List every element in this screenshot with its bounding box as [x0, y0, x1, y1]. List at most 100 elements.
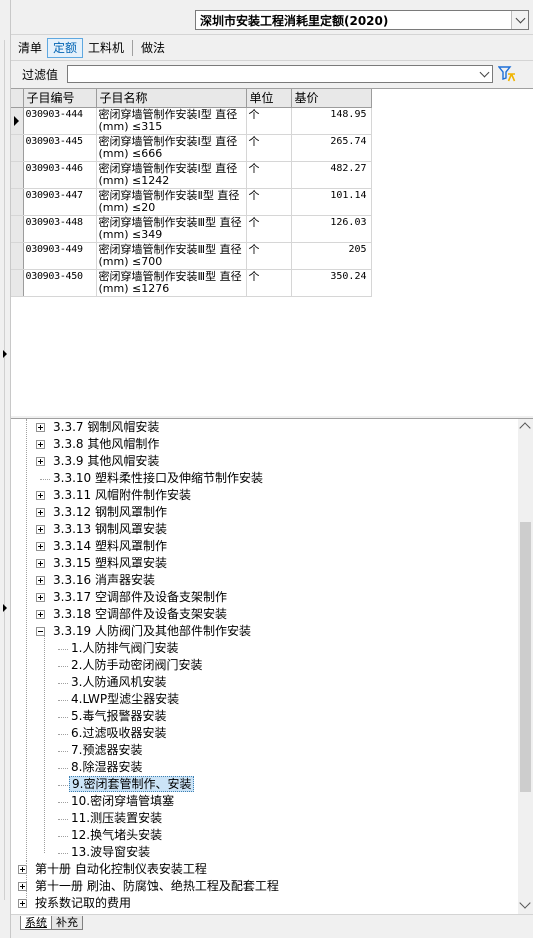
- tree-node[interactable]: 3.3.12 钢制风罩制作: [51, 504, 169, 521]
- table-row[interactable]: 030903-450 密闭穿墙管制作安装Ⅲ型 直径(mm) ≤1276 个 350.2…: [11, 269, 372, 297]
- tree-node[interactable]: 1.人防排气阀门安装: [69, 640, 180, 657]
- tree-node[interactable]: 3.3.19 人防阀门及其他部件制作安装: [51, 623, 253, 640]
- expand-plus-icon[interactable]: [36, 525, 45, 534]
- row-indicator[interactable]: [11, 242, 24, 270]
- row-indicator[interactable]: [11, 269, 24, 297]
- tab-quota[interactable]: 定额: [47, 37, 84, 58]
- expand-plus-icon[interactable]: [36, 559, 45, 568]
- tree-connector-line: [26, 419, 27, 861]
- table-row[interactable]: 030903-446 密闭穿墙管制作安装Ⅰ型 直径(mm) ≤1242 个 482.2…: [11, 161, 372, 189]
- column-header-name[interactable]: 子目名称: [96, 89, 247, 108]
- row-indicator[interactable]: [11, 188, 24, 216]
- tree-node[interactable]: 2.人防手动密闭阀门安装: [69, 657, 204, 674]
- tree-node[interactable]: 13.波导窗安装: [69, 844, 152, 861]
- scroll-up-icon[interactable]: [519, 422, 531, 434]
- row-indicator-header: [11, 89, 24, 108]
- filter-combo[interactable]: [67, 65, 493, 83]
- cell-unit: 个: [246, 188, 292, 216]
- tree-node[interactable]: 3.3.8 其他风帽制作: [51, 436, 161, 453]
- row-indicator[interactable]: [11, 161, 24, 189]
- expand-plus-icon[interactable]: [36, 491, 45, 500]
- scroll-down-icon[interactable]: [519, 897, 531, 909]
- tree-node[interactable]: 3.3.17 空调部件及设备支架制作: [51, 589, 229, 606]
- tree-node[interactable]: 3.3.18 空调部件及设备支架安装: [51, 606, 229, 623]
- expand-plus-icon[interactable]: [36, 610, 45, 619]
- tree-node[interactable]: 9.密闭套管制作、安装: [69, 776, 195, 793]
- collapse-arrow-icon[interactable]: [2, 604, 8, 612]
- tree-node[interactable]: 3.3.7 钢制风帽安装: [51, 419, 161, 436]
- left-splitter[interactable]: [0, 0, 11, 938]
- cell-price: 482.27: [291, 161, 372, 189]
- tree-node-label: 3.3.7 钢制风帽安装: [53, 420, 160, 434]
- tree-node[interactable]: 12.换气堵头安装: [69, 827, 164, 844]
- library-dropdown-button[interactable]: [511, 11, 528, 29]
- expand-plus-icon[interactable]: [36, 440, 45, 449]
- tree-connector-line: [58, 734, 68, 735]
- quota-library-select[interactable]: 深圳市安装工程消耗里定额(2020): [195, 10, 529, 30]
- row-indicator[interactable]: [11, 215, 24, 243]
- tree-node[interactable]: 3.人防通风机安装: [69, 674, 168, 691]
- table-row[interactable]: 030903-447 密闭穿墙管制作安装Ⅱ型 直径(mm) ≤20 个 101.14: [11, 188, 372, 216]
- tab-bill[interactable]: 清单: [13, 38, 47, 58]
- tab-supplement[interactable]: 补充: [51, 916, 83, 930]
- collapse-arrow-icon[interactable]: [2, 350, 8, 358]
- tree-node[interactable]: 10.密闭穿墙管填塞: [69, 793, 176, 810]
- tree-node-label: 1.人防排气阀门安装: [71, 641, 179, 655]
- tree-node-label: 3.3.11 风帽附件制作安装: [53, 488, 191, 502]
- column-header-code[interactable]: 子目编号: [23, 89, 97, 108]
- collapse-minus-icon[interactable]: [36, 627, 45, 636]
- tab-system[interactable]: 系统: [20, 916, 52, 930]
- tree-node-label: 3.3.17 空调部件及设备支架制作: [53, 590, 227, 604]
- tree-node[interactable]: 11.测压装置安装: [69, 810, 164, 827]
- tree-node[interactable]: 6.过滤吸收器安装: [69, 725, 168, 742]
- tree-node[interactable]: 第十一册 刷油、防腐蚀、绝热工程及配套工程: [33, 878, 281, 895]
- tree-node[interactable]: 4.LWP型滤尘器安装: [69, 691, 181, 708]
- row-indicator[interactable]: [11, 134, 24, 162]
- tree-node[interactable]: 3.3.11 风帽附件制作安装: [51, 487, 193, 504]
- tree-node[interactable]: 3.3.13 钢制风罩安装: [51, 521, 169, 538]
- tree-connector-line: [58, 649, 68, 650]
- expand-plus-icon[interactable]: [36, 542, 45, 551]
- tree-node-label: 第十一册 刷油、防腐蚀、绝热工程及配套工程: [35, 879, 279, 893]
- tree-node[interactable]: 按系数记取的费用: [33, 895, 133, 912]
- divider: [11, 60, 533, 61]
- table-row[interactable]: 030903-444 密闭穿墙管制作安装Ⅰ型 直径(mm) ≤315 个 148.95: [11, 107, 372, 135]
- tree-node[interactable]: 3.3.16 消声器安装: [51, 572, 157, 589]
- tree-node-label: 12.换气堵头安装: [71, 828, 163, 842]
- tree-node[interactable]: 3.3.9 其他风帽安装: [51, 453, 161, 470]
- table-row[interactable]: 030903-448 密闭穿墙管制作安装Ⅲ型 直径(mm) ≤349 个 126.03: [11, 215, 372, 243]
- filter-funnel-icon[interactable]: [498, 65, 516, 83]
- scrollbar-thumb[interactable]: [520, 522, 531, 793]
- tree-node[interactable]: 7.预滤器安装: [69, 742, 144, 759]
- table-row[interactable]: 030903-449 密闭穿墙管制作安装Ⅲ型 直径(mm) ≤700 个 205: [11, 242, 372, 270]
- expand-plus-icon[interactable]: [36, 593, 45, 602]
- column-header-unit[interactable]: 单位: [246, 89, 292, 108]
- tree-node-label: 3.3.13 钢制风罩安装: [53, 522, 167, 536]
- table-row[interactable]: 030903-445 密闭穿墙管制作安装Ⅰ型 直径(mm) ≤666 个 265.74: [11, 134, 372, 162]
- tree-node-label: 5.毒气报警器安装: [71, 709, 167, 723]
- cell-price: 265.74: [291, 134, 372, 162]
- filter-dropdown-button[interactable]: [477, 66, 492, 82]
- expand-plus-icon[interactable]: [36, 457, 45, 466]
- tree-node-label: 7.预滤器安装: [71, 743, 143, 757]
- cell-unit: 个: [246, 134, 292, 162]
- tab-materials[interactable]: 工料机: [83, 38, 129, 58]
- tree-node[interactable]: 5.毒气报警器安装: [69, 708, 168, 725]
- tree-node-label: 2.人防手动密闭阀门安装: [71, 658, 203, 672]
- tab-method[interactable]: 做法: [136, 38, 170, 58]
- column-header-price[interactable]: 基价: [291, 89, 372, 108]
- tree-node[interactable]: 8.除湿器安装: [69, 759, 144, 776]
- tree-node[interactable]: 第十册 自动化控制仪表安装工程: [33, 861, 209, 878]
- tree-connector-line: [58, 819, 68, 820]
- filter-input[interactable]: [68, 66, 477, 82]
- tree-node[interactable]: 3.3.14 塑料风罩制作: [51, 538, 169, 555]
- tree-node[interactable]: 3.3.15 塑料风罩安装: [51, 555, 169, 572]
- row-indicator[interactable]: [11, 107, 24, 135]
- tree-vertical-scrollbar[interactable]: [518, 419, 533, 914]
- tree-node[interactable]: 3.3.10 塑料柔性接口及伸缩节制作安装: [51, 470, 265, 487]
- expand-plus-icon[interactable]: [36, 576, 45, 585]
- expand-plus-icon[interactable]: [36, 508, 45, 517]
- splitter-line: [4, 40, 5, 900]
- tree-connector-line: [58, 768, 68, 769]
- expand-plus-icon[interactable]: [36, 423, 45, 432]
